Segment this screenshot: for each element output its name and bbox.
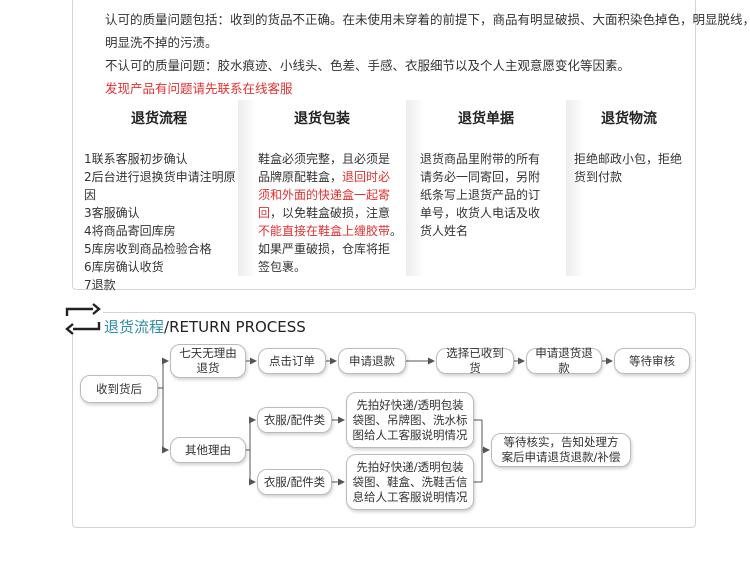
receive-goods-node: 收到货后 [80, 375, 158, 403]
seven-day-return-node: 七天无理由 退货 [170, 344, 246, 378]
select-received-node: 选择已收到货 [436, 346, 514, 375]
node-label: 案后申请退货退款/补偿 [501, 450, 621, 464]
node-label: 等待核实，告知处理方 [503, 435, 619, 449]
apply-return-refund-node: 申请退货退款 [526, 346, 602, 375]
apply-refund-node: 申请退款 [338, 348, 406, 374]
node-label: 袋图、吊牌图、洗水标 [352, 412, 468, 427]
shoes-accessories-node: 衣服/配件类 [257, 469, 332, 495]
click-order-node: 点击订单 [258, 348, 326, 374]
shoes-photo-instruction-node: 先拍好快递/透明包装 袋图、鞋盒、洗鞋舌信 息给人工客服说明情况 [346, 454, 474, 510]
node-label: 先拍好快递/透明包装 [356, 459, 464, 474]
wait-review-node: 等待审核 [614, 348, 690, 374]
other-reason-node: 其他理由 [170, 437, 246, 463]
clothes-accessories-node: 衣服/配件类 [257, 407, 332, 433]
node-label: 七天无理由 [179, 346, 237, 360]
node-label: 退货 [196, 361, 220, 375]
node-label: 袋图、鞋盒、洗鞋舌信 [352, 474, 468, 489]
await-verification-node: 等待核实，告知处理方 案后申请退货退款/补偿 [491, 433, 631, 467]
node-label: 先拍好快递/透明包装 [356, 397, 464, 412]
node-label: 息给人工客服说明情况 [352, 489, 468, 504]
clothes-photo-instruction-node: 先拍好快递/透明包装 袋图、吊牌图、洗水标 图给人工客服说明情况 [346, 392, 474, 448]
node-label: 图给人工客服说明情况 [352, 427, 468, 442]
